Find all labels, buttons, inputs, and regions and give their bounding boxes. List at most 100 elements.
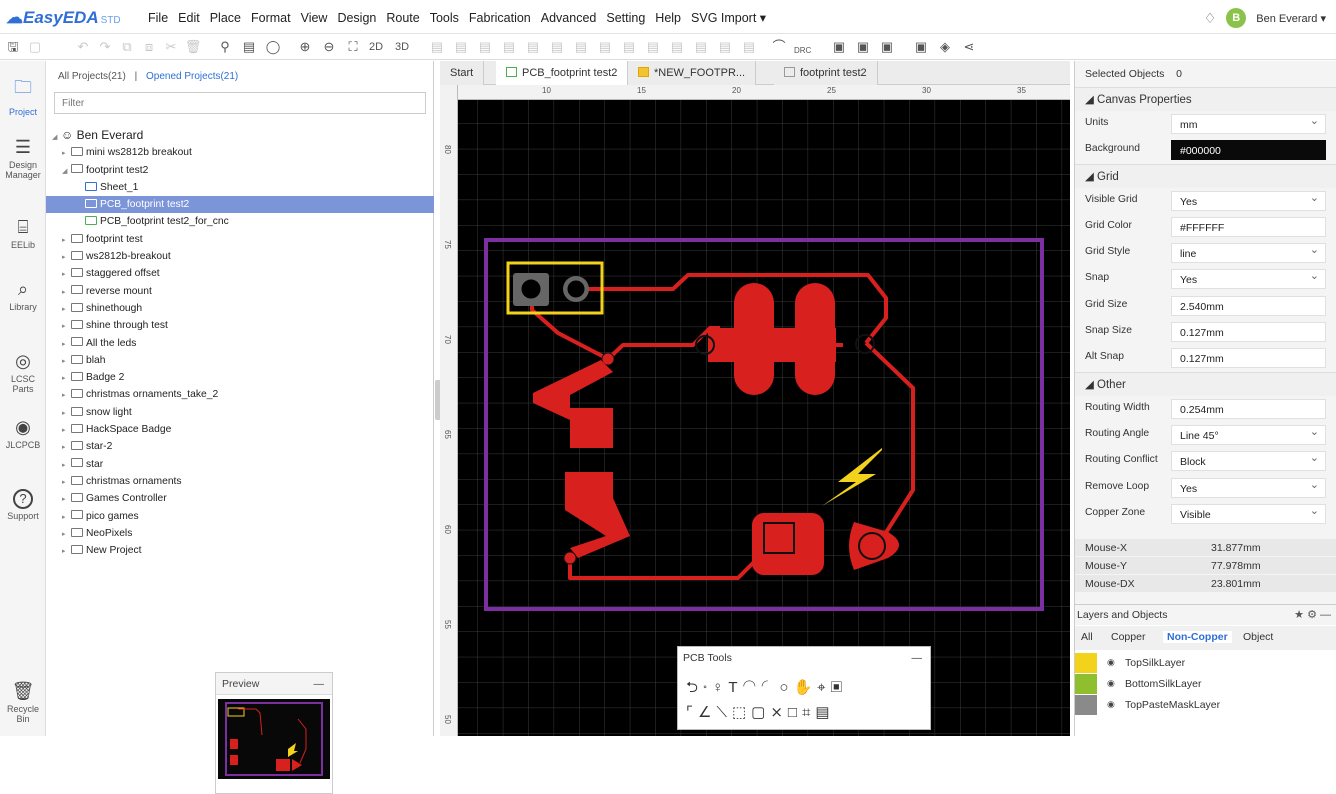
save-all-icon[interactable]: ▢ bbox=[26, 39, 44, 55]
zoom-out-icon[interactable]: ⊖ bbox=[320, 39, 338, 55]
align-right-icon[interactable]: ▤ bbox=[452, 39, 470, 55]
menu-item-7[interactable]: Tools bbox=[430, 11, 459, 25]
align-top-icon[interactable]: ▤ bbox=[476, 39, 494, 55]
find-replace-icon[interactable]: ▤ bbox=[240, 39, 258, 55]
cut-icon[interactable]: ✂ bbox=[162, 39, 180, 55]
tree-document[interactable]: Sheet_1 bbox=[46, 179, 434, 196]
menu-item-0[interactable]: File bbox=[148, 11, 168, 25]
capacitor-bar[interactable] bbox=[708, 328, 836, 362]
tree-project[interactable]: ▸ star-2 bbox=[46, 438, 434, 455]
tree-project[interactable]: ▸ reverse mount bbox=[46, 283, 434, 300]
view-2d-button[interactable]: 2D bbox=[369, 39, 383, 55]
layer-g-icon[interactable]: ▣ bbox=[854, 39, 872, 55]
menu-item-3[interactable]: Format bbox=[251, 11, 291, 25]
align-bottom-icon[interactable]: ▤ bbox=[500, 39, 518, 55]
tree-project[interactable]: ▸ ws2812b-breakout bbox=[46, 248, 434, 265]
save-icon[interactable]: 🖫 bbox=[4, 39, 22, 55]
tree-project[interactable]: ▸ shine through test bbox=[46, 317, 434, 334]
expand-icon[interactable]: ▸ bbox=[62, 284, 71, 301]
rotate-icon[interactable]: ▤ bbox=[668, 39, 686, 55]
ungroup-icon[interactable]: ▤ bbox=[596, 39, 614, 55]
image-icon[interactable]: ▣ bbox=[912, 39, 930, 55]
property-select[interactable]: Yes bbox=[1171, 266, 1326, 290]
property-select[interactable]: Yes bbox=[1171, 475, 1326, 498]
nav-eelib[interactable]: ⌸ EELib bbox=[0, 217, 46, 250]
lock-icon[interactable]: ▤ bbox=[620, 39, 638, 55]
canvas-properties-section[interactable]: ◢ Canvas Properties bbox=[1075, 87, 1336, 111]
menu-item-1[interactable]: Edit bbox=[178, 11, 200, 25]
layers-tab-copper[interactable]: Copper bbox=[1111, 631, 1145, 643]
drc-button[interactable]: DRC bbox=[794, 43, 811, 59]
expand-icon[interactable]: ▸ bbox=[62, 439, 71, 456]
menu-item-5[interactable]: Design bbox=[337, 11, 376, 25]
grid-section[interactable]: ◢ Grid bbox=[1075, 163, 1336, 188]
nav-support[interactable]: ? Support bbox=[0, 489, 46, 521]
property-input[interactable]: 0.127mm bbox=[1171, 322, 1326, 343]
property-select[interactable]: Visible bbox=[1171, 501, 1326, 524]
tab-opened-projects[interactable]: Opened Projects(21) bbox=[146, 71, 238, 82]
nav-recycle-bin[interactable]: 🗑 Recycle Bin bbox=[0, 681, 46, 724]
property-input[interactable]: 2.540mm bbox=[1171, 295, 1326, 316]
tree-project[interactable]: ▸ star bbox=[46, 456, 434, 473]
pcb-tools-row-2[interactable]: ⌜∠⟍⬚▢⨯□⌗▤ bbox=[686, 703, 835, 721]
property-select[interactable]: Yes bbox=[1171, 188, 1326, 211]
eye-icon[interactable]: ◉ bbox=[1107, 657, 1115, 668]
expand-icon[interactable]: ▸ bbox=[62, 318, 71, 335]
route-icon[interactable]: ⌒ bbox=[770, 39, 788, 55]
tree-project[interactable]: ▸ shinethough bbox=[46, 300, 434, 317]
property-input[interactable]: 0.127mm bbox=[1171, 348, 1326, 369]
view-3d-button[interactable]: 3D bbox=[395, 39, 409, 55]
other-section[interactable]: ◢ Other bbox=[1075, 371, 1336, 396]
tree-project[interactable]: ▸ mini ws2812b breakout bbox=[46, 144, 434, 161]
layers-tab-all[interactable]: All bbox=[1081, 631, 1093, 643]
tab-start[interactable]: Start bbox=[440, 61, 485, 85]
layer-b-icon[interactable]: ▣ bbox=[830, 39, 848, 55]
bell-icon[interactable]: ♢ bbox=[1204, 10, 1217, 27]
group-icon[interactable]: ▤ bbox=[572, 39, 590, 55]
expand-icon[interactable]: ▸ bbox=[62, 353, 71, 370]
property-input[interactable]: #FFFFFF bbox=[1171, 216, 1326, 237]
layers-tab-non-copper[interactable]: Non-Copper bbox=[1163, 631, 1232, 643]
mirror-icon[interactable]: ▤ bbox=[716, 39, 734, 55]
expand-icon[interactable]: ▸ bbox=[62, 266, 71, 283]
layer-row[interactable]: ◉ TopPasteMaskLayer bbox=[1075, 695, 1336, 715]
layer-row[interactable]: ◉ BottomSilkLayer bbox=[1075, 674, 1336, 694]
expand-icon[interactable]: ▸ bbox=[62, 336, 71, 353]
property-select[interactable]: mm bbox=[1171, 111, 1326, 134]
property-input[interactable]: #000000 bbox=[1171, 140, 1326, 161]
minimize-button[interactable]: — bbox=[314, 673, 325, 695]
paste-icon[interactable]: ⧈ bbox=[140, 39, 158, 55]
layer-row[interactable]: ◉ TopSilkLayer bbox=[1075, 653, 1336, 673]
property-select[interactable]: Block bbox=[1171, 448, 1326, 472]
menu-item-2[interactable]: Place bbox=[210, 11, 241, 25]
tree-project[interactable]: ▸ blah bbox=[46, 352, 434, 369]
preview-thumbnail[interactable] bbox=[218, 699, 330, 779]
layer-s-icon[interactable]: ▣ bbox=[878, 39, 896, 55]
tree-project[interactable]: ▸ snow light bbox=[46, 404, 434, 421]
expand-icon[interactable]: ▸ bbox=[62, 457, 71, 474]
align-center-icon[interactable]: ▤ bbox=[524, 39, 542, 55]
search-icon[interactable]: ⚲ bbox=[216, 39, 234, 55]
nav-lcsc-parts[interactable]: ◎ LCSC Parts bbox=[0, 351, 46, 394]
property-select[interactable]: line bbox=[1171, 240, 1326, 264]
tab-all-projects[interactable]: All Projects(21) bbox=[58, 71, 126, 82]
tree-project[interactable]: ▸ staggered offset bbox=[46, 265, 434, 282]
layer-color-swatch[interactable] bbox=[1075, 653, 1097, 673]
tree-project[interactable]: ▸ HackSpace Badge bbox=[46, 421, 434, 438]
via[interactable] bbox=[563, 551, 577, 565]
eye-icon[interactable]: ◉ bbox=[1107, 699, 1115, 710]
minimize-button[interactable]: — bbox=[912, 647, 923, 669]
nav-jlcpcb[interactable]: ◉ JLCPCB bbox=[0, 417, 46, 450]
expand-icon[interactable]: ▸ bbox=[62, 232, 71, 249]
expand-icon[interactable]: ▸ bbox=[62, 370, 71, 387]
layer-color-swatch[interactable] bbox=[1075, 674, 1097, 694]
property-input[interactable]: 0.254mm bbox=[1171, 398, 1326, 419]
menu-item-8[interactable]: Fabrication bbox=[469, 11, 531, 25]
tree-document[interactable]: PCB_footprint test2 bbox=[46, 196, 434, 214]
expand-icon[interactable]: ▸ bbox=[62, 543, 71, 560]
tab-footprint-test2[interactable]: footprint test2 bbox=[774, 61, 878, 85]
easyeda-logo[interactable]: ☁EasyEDA STD bbox=[6, 8, 121, 28]
layer-color-swatch[interactable] bbox=[1075, 695, 1097, 715]
tab-pcb-footprint-test2[interactable]: PCB_footprint test2 bbox=[496, 61, 629, 85]
property-select[interactable]: Line 45° bbox=[1171, 422, 1326, 445]
